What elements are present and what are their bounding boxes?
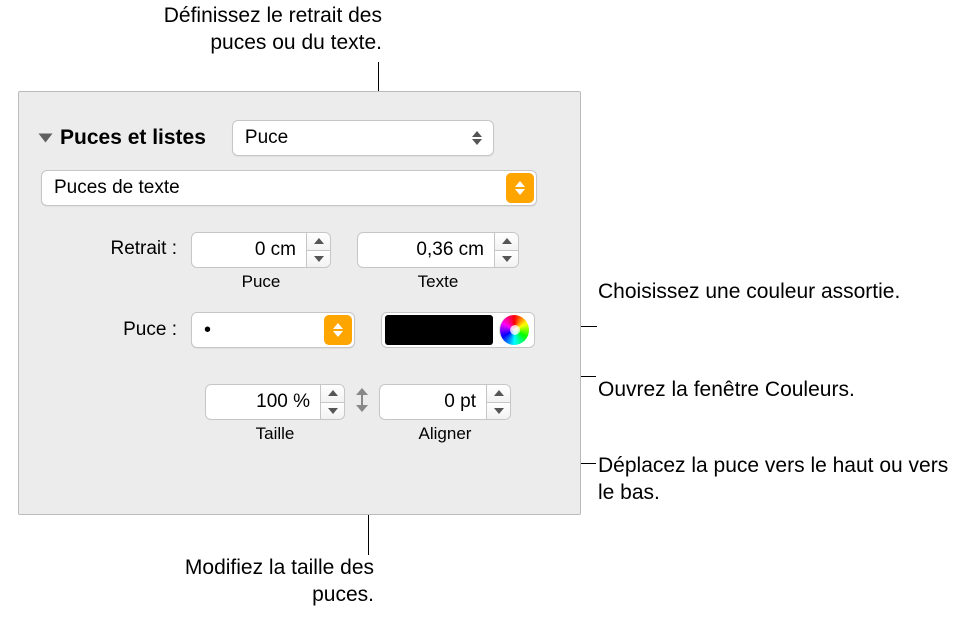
callout-align: Déplacez la puce vers le haut ou vers le…: [598, 452, 968, 507]
callout-text: Ouvrez la fenêtre Couleurs.: [598, 378, 855, 401]
bullets-lists-panel: Puces et listes Puce Puces de texte Retr…: [18, 91, 581, 515]
size-input[interactable]: 100 %: [205, 384, 321, 420]
indent-bullet-sublabel: Puce: [191, 272, 331, 292]
callout-text: Déplacez la puce vers le haut ou vers le…: [598, 454, 948, 504]
callout-text: Modifiez la taille des puces.: [185, 556, 374, 606]
align-sublabel: Aligner: [379, 424, 511, 444]
section-header[interactable]: Puces et listes: [41, 126, 206, 150]
indent-text-input[interactable]: 0,36 cm: [357, 232, 495, 268]
callout-indent: Définissez le retrait des puces ou du te…: [102, 2, 382, 57]
select-arrows-icon: [324, 315, 352, 345]
bullet-char-select[interactable]: •: [191, 312, 355, 348]
size-sublabel: Taille: [205, 424, 345, 444]
bullet-type-select[interactable]: Puces de texte: [41, 170, 537, 206]
align-step-up[interactable]: [487, 385, 510, 402]
chevron-down-icon: [39, 134, 53, 143]
indent-bullet-step-down[interactable]: [307, 250, 330, 268]
indent-text-sublabel: Texte: [357, 272, 519, 292]
color-swatch-button[interactable]: [385, 315, 493, 345]
indent-bullet-input[interactable]: 0 cm: [191, 232, 307, 268]
callout-size: Modifiez la taille des puces.: [144, 554, 374, 609]
section-title: Puces et listes: [60, 126, 206, 150]
color-control: [381, 312, 535, 348]
size-step-down[interactable]: [321, 402, 344, 420]
color-wheel-button[interactable]: [499, 315, 529, 345]
size-step-up[interactable]: [321, 385, 344, 402]
select-value: Puce: [245, 127, 288, 149]
select-arrows-icon: [506, 173, 534, 203]
callout-color-swatch: Choisissez une couleur assortie.: [598, 278, 958, 305]
callout-text: Choisissez une couleur assortie.: [598, 280, 900, 303]
select-value: •: [204, 319, 211, 342]
align-step-down[interactable]: [487, 402, 510, 420]
indent-text-step-up[interactable]: [495, 233, 518, 250]
bullet-label: Puce :: [41, 319, 191, 341]
indent-text-step-down[interactable]: [495, 250, 518, 268]
indent-label: Retrait :: [41, 232, 191, 260]
vertical-align-icon: [351, 384, 373, 416]
callout-color-wheel: Ouvrez la fenêtre Couleurs.: [598, 376, 968, 403]
callout-text: Définissez le retrait des puces ou du te…: [164, 4, 382, 54]
list-style-select[interactable]: Puce: [232, 120, 494, 156]
align-input[interactable]: 0 pt: [379, 384, 487, 420]
indent-bullet-step-up[interactable]: [307, 233, 330, 250]
select-arrows-icon: [463, 123, 491, 153]
select-value: Puces de texte: [54, 177, 180, 199]
